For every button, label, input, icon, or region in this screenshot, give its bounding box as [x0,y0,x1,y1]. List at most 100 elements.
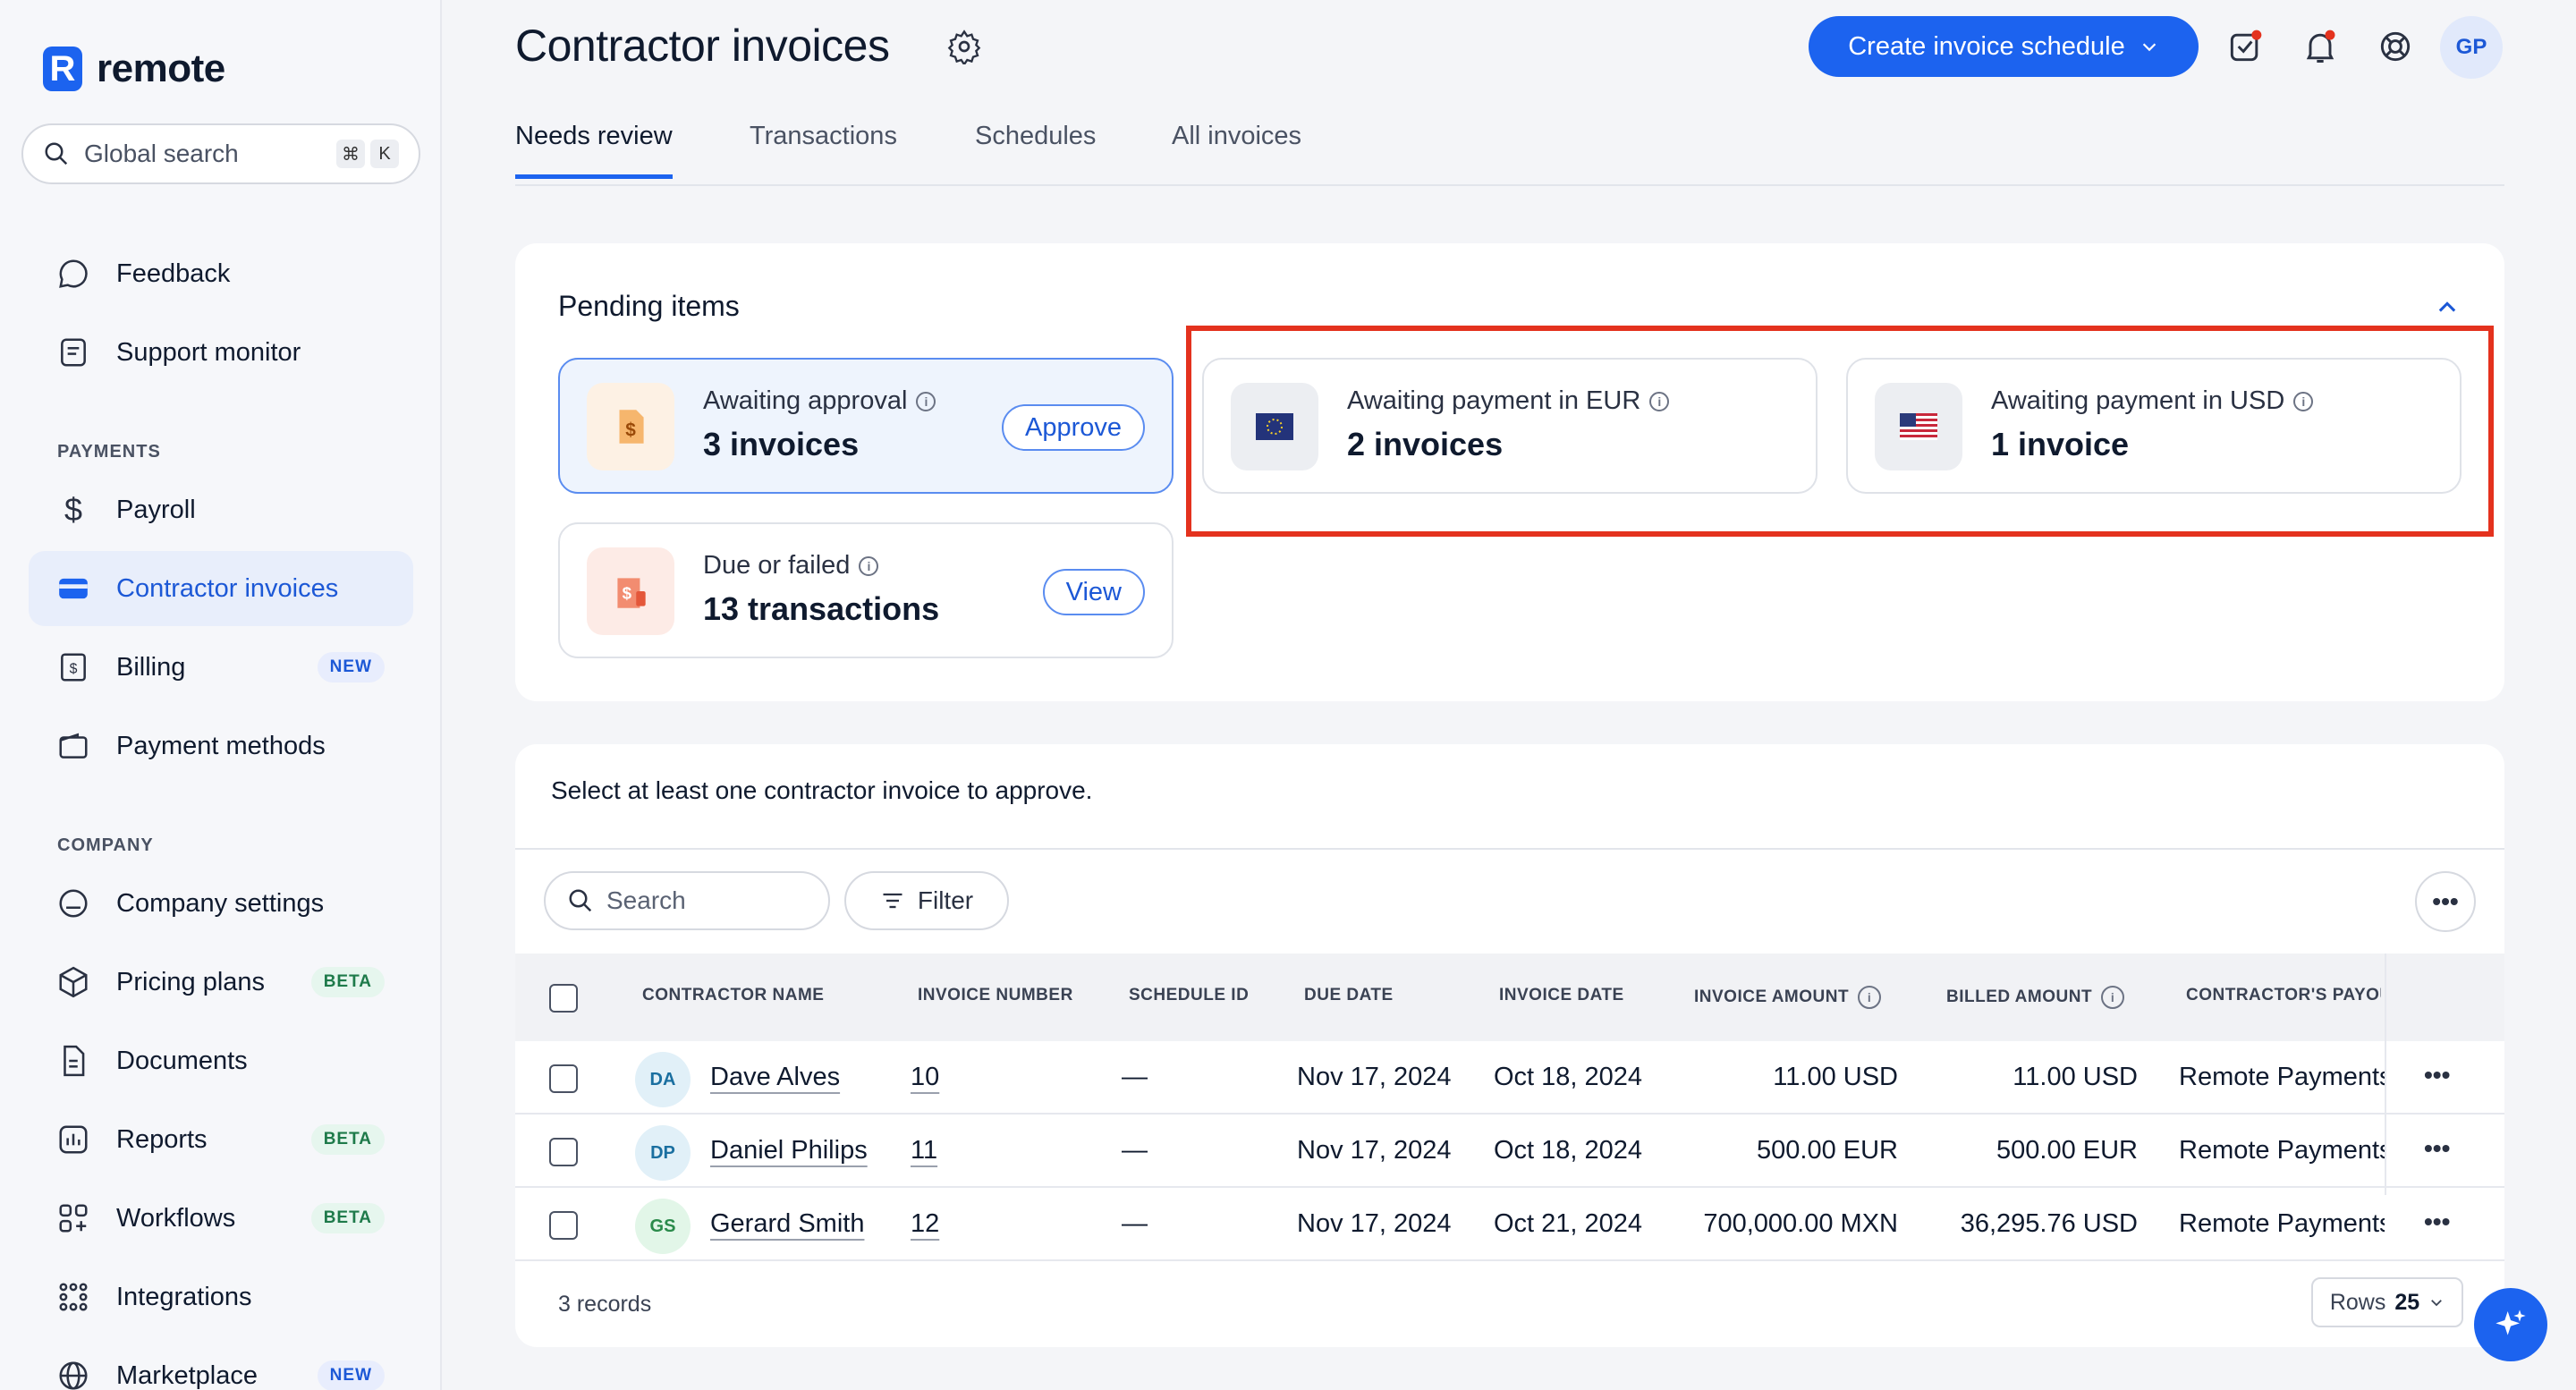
info-icon[interactable]: i [916,391,936,411]
row-checkbox[interactable] [549,1064,578,1093]
sidebar-item-payroll[interactable]: $ Payroll [29,472,413,547]
global-search-input[interactable]: Global search ⌘ K [21,123,420,184]
info-icon[interactable]: i [2101,986,2125,1009]
sidebar-item-company-settings[interactable]: Company settings [29,866,413,941]
info-icon[interactable]: i [1858,986,1882,1009]
billed-amount: 500.00 EUR [1996,1136,2138,1165]
invoice-number-link[interactable]: 10 [911,1063,939,1092]
row-more-icon[interactable]: ••• [2424,1061,2450,1089]
sidebar-item-feedback[interactable]: Feedback [29,236,413,311]
awaiting-approval-value: 3 invoices [703,426,860,462]
table-more-options-icon[interactable]: ••• [2415,871,2476,932]
column-header[interactable]: CONTRACTOR'S PAYOU [2186,986,2381,1005]
beta-badge: BETA [310,1203,385,1233]
sidebar-item-billing[interactable]: $ Billing NEW [29,630,413,705]
bell-icon[interactable] [2301,27,2340,66]
row-checkbox[interactable] [549,1138,578,1166]
view-button[interactable]: View [1042,569,1145,615]
user-avatar[interactable]: GP [2440,16,2503,79]
sidebar: R remote Global search ⌘ K Feedback Supp… [0,0,442,1390]
tab-needs-review[interactable]: Needs review [515,122,673,179]
filter-icon [883,893,902,909]
select-all-checkbox[interactable] [549,984,578,1013]
sidebar-item-label: Billing [116,652,186,682]
sidebar-item-label: Pricing plans [116,967,266,996]
row-more-icon[interactable]: ••• [2424,1134,2450,1163]
invoice-date: Oct 18, 2024 [1494,1136,1643,1165]
table-row[interactable]: DP Daniel Philips 11 — Nov 17, 2024 Oct … [515,1115,2504,1188]
contractor-payout: Remote Payments [2179,1136,2385,1165]
row-more-icon[interactable]: ••• [2424,1208,2450,1236]
sidebar-item-integrations[interactable]: Integrations [29,1259,413,1335]
sidebar-item-pricing-plans[interactable]: Pricing plans BETA [29,945,413,1020]
contractor-name-link[interactable]: Gerard Smith [710,1209,864,1239]
gear-icon[interactable] [946,29,982,64]
workflows-grid-icon [55,1200,91,1236]
sidebar-item-payment-methods[interactable]: Payment methods [29,708,413,784]
invoice-date: Oct 21, 2024 [1494,1209,1643,1238]
sidebar-item-documents[interactable]: Documents [29,1023,413,1098]
schedule-id: — [1122,1136,1148,1165]
beta-badge: BETA [310,1124,385,1155]
sidebar-item-workflows[interactable]: Workflows BETA [29,1181,413,1256]
search-icon [45,142,68,165]
create-invoice-schedule-label: Create invoice schedule [1848,31,2125,61]
create-invoice-schedule-button[interactable]: Create invoice schedule [1809,16,2199,77]
sidebar-item-label: Contractor invoices [116,573,339,603]
sidebar-item-contractor-invoices[interactable]: Contractor invoices [29,551,413,626]
sidebar-item-label: Support monitor [116,337,301,367]
awaiting-approval-tile[interactable]: $ Awaiting approval i 3 invoices Approve [558,358,1174,494]
shortcut-k-key: K [370,140,399,168]
column-header[interactable]: INVOICE DATE [1499,986,1624,1005]
svg-text:$: $ [70,661,78,676]
invoice-number-link[interactable]: 12 [911,1209,939,1239]
column-header[interactable]: SCHEDULE ID [1129,986,1249,1005]
table-search-input[interactable]: Search [544,871,830,930]
invoice-number-link[interactable]: 11 [911,1136,937,1165]
contractor-name-link[interactable]: Daniel Philips [710,1136,868,1165]
invoices-table-card: Select at least one contractor invoice t… [515,744,2504,1347]
column-header[interactable]: INVOICE AMOUNT i [1694,986,1882,1009]
chevron-up-icon[interactable] [2435,295,2460,320]
tab-transactions[interactable]: Transactions [750,122,897,174]
due-or-failed-tile[interactable]: $ Due or failed i 13 transactions View [558,522,1174,658]
logo-text: remote [97,47,225,90]
rows-label: Rows [2329,1289,2386,1315]
sidebar-item-support-monitor[interactable]: Support monitor [29,315,413,390]
approve-button[interactable]: Approve [1001,404,1145,451]
info-icon[interactable]: i [859,555,879,576]
section-label-payments: PAYMENTS [57,442,161,462]
invoice-amount: 500.00 EUR [1757,1136,1898,1165]
column-header[interactable]: BILLED AMOUNT i [1946,986,2125,1009]
sidebar-item-label: Payroll [116,495,196,524]
rows-per-page-select[interactable]: Rows 25 [2311,1277,2463,1327]
wallet-icon [55,728,91,764]
cube-icon [55,964,91,1000]
column-header[interactable]: CONTRACTOR NAME [642,986,824,1005]
column-header[interactable]: INVOICE NUMBER [918,986,1073,1005]
sidebar-item-label: Workflows [116,1203,236,1233]
sidebar-item-reports[interactable]: Reports BETA [29,1102,413,1177]
sidebar-item-label: Payment methods [116,731,326,760]
contractor-name-link[interactable]: Dave Alves [710,1063,840,1092]
sidebar-item-marketplace[interactable]: Marketplace NEW [29,1338,413,1390]
table-row[interactable]: GS Gerard Smith 12 — Nov 17, 2024 Oct 21… [515,1188,2504,1261]
billed-amount: 11.00 USD [2012,1063,2138,1091]
due-date: Nov 17, 2024 [1297,1136,1452,1165]
table-row[interactable]: DA Dave Alves 10 — Nov 17, 2024 Oct 18, … [515,1041,2504,1115]
ai-assistant-sparkle-button[interactable] [2474,1288,2547,1361]
filter-button[interactable]: Filter [844,871,1009,930]
tasks-icon[interactable] [2225,27,2265,66]
company-settings-icon [55,886,91,921]
table-message: Select at least one contractor invoice t… [551,776,1093,804]
logo[interactable]: R remote [43,47,225,91]
column-header[interactable]: DUE DATE [1304,986,1394,1005]
tab-all-invoices[interactable]: All invoices [1172,122,1301,174]
invoice-amount: 700,000.00 MXN [1703,1209,1898,1238]
rows-value: 25 [2394,1289,2420,1315]
help-lifebuoy-icon[interactable] [2376,27,2415,66]
schedule-id: — [1122,1209,1148,1238]
new-badge: NEW [317,652,385,682]
tab-schedules[interactable]: Schedules [975,122,1096,174]
row-checkbox[interactable] [549,1211,578,1240]
